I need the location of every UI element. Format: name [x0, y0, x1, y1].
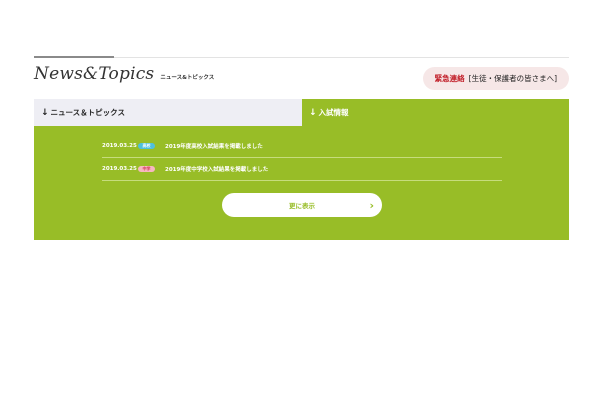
- category-badge: 中学: [138, 166, 155, 172]
- news-title-link[interactable]: 2019年度中学校入試結果を掲載しました: [165, 165, 268, 173]
- news-item[interactable]: 2019.03.25 高校 2019年度高校入試結果を掲載しました: [102, 135, 502, 158]
- section-divider-accent: [34, 56, 114, 58]
- news-date: 2019.03.25: [102, 143, 137, 149]
- emergency-text: [生徒・保護者の皆さまへ]: [468, 74, 557, 83]
- news-item[interactable]: 2019.03.25 中学 2019年度中学校入試結果を掲載しました: [102, 158, 502, 181]
- section-divider: [34, 57, 569, 58]
- category-badge: 高校: [138, 143, 155, 149]
- section-heading: News&Topics ニュース&トピックス: [34, 64, 214, 84]
- emergency-label: 緊急連絡: [434, 74, 465, 83]
- emergency-notice-button[interactable]: 緊急連絡 [生徒・保護者の皆さまへ]: [422, 67, 569, 90]
- news-panel: ↓ ニュース＆トピックス ↓ 入試情報 2019.03.25 高校 2019年度…: [34, 99, 569, 240]
- tab-bar: ↓ ニュース＆トピックス ↓ 入試情報: [34, 99, 569, 126]
- news-date: 2019.03.25: [102, 166, 137, 172]
- tab-label: 入試情報: [318, 108, 349, 117]
- chevron-right-icon: ›: [369, 198, 374, 212]
- show-more-button[interactable]: 更に表示 ›: [222, 193, 382, 217]
- tab-news-topics[interactable]: ↓ ニュース＆トピックス: [34, 99, 302, 126]
- news-title-link[interactable]: 2019年度高校入試結果を掲載しました: [165, 142, 263, 150]
- tab-label: ニュース＆トピックス: [50, 108, 125, 117]
- arrow-down-icon: ↓: [41, 107, 49, 118]
- arrow-down-icon: ↓: [309, 107, 317, 118]
- section-subtitle: ニュース&トピックス: [160, 75, 215, 81]
- section-title: News&Topics: [34, 64, 155, 84]
- tab-admission-info[interactable]: ↓ 入試情報: [302, 99, 569, 126]
- show-more-label: 更に表示: [289, 202, 315, 210]
- news-list: 2019.03.25 高校 2019年度高校入試結果を掲載しました 2019.0…: [102, 135, 502, 181]
